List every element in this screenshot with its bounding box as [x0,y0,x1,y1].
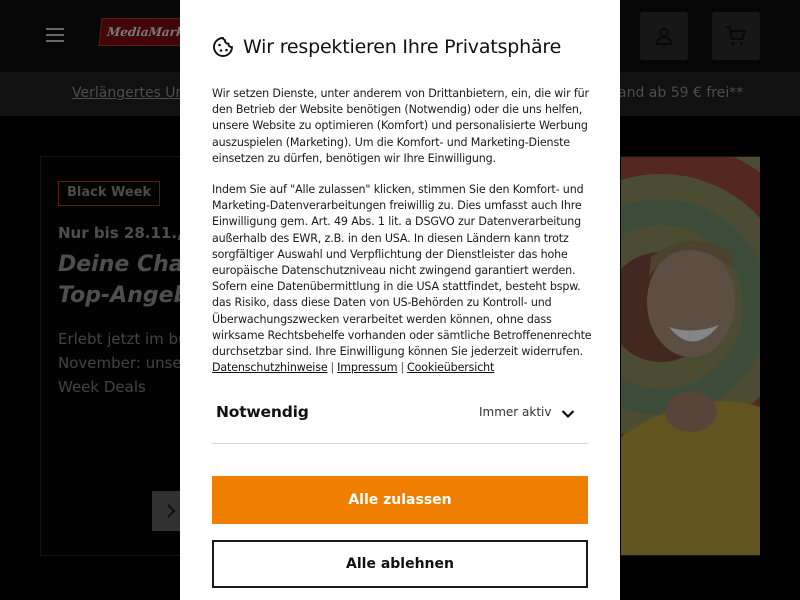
dialog-title: Wir respektieren Ihre Privatsphäre [243,36,562,58]
consent-paragraph: Indem Sie auf "Alle zulassen" klicken, s… [212,182,592,376]
section-title: Notwendig [216,403,309,421]
necessary-section-toggle[interactable]: Notwendig Immer aktiv [212,390,588,444]
imprint-link[interactable]: Impressum [337,361,397,374]
chevron-down-icon[interactable] [556,405,580,423]
cookie-icon [213,37,233,57]
dialog-body: Wir setzen Dienste, unter anderem von Dr… [212,86,592,376]
consent-paragraph: Wir setzen Dienste, unter anderem von Dr… [212,87,589,165]
dialog-header: Wir respektieren Ihre Privatsphäre [212,36,561,58]
privacy-policy-link[interactable]: Datenschutzhinweise [212,361,328,374]
cookie-overview-link[interactable]: Cookieübersicht [407,361,494,374]
accept-all-button[interactable]: Alle zulassen [212,476,588,524]
legal-links: Datenschutzhinweise | Impressum | Cookieüber… [212,361,494,374]
link-separator: | [400,361,405,375]
cookie-consent-dialog: Wir respektieren Ihre Privatsphäre Wir s… [180,0,620,600]
link-separator: | [330,361,335,375]
section-status: Immer aktiv [479,405,552,419]
consent-paragraph-text: Indem Sie auf "Alle zulassen" klicken, s… [212,183,592,359]
reject-all-button[interactable]: Alle ablehnen [212,540,588,588]
